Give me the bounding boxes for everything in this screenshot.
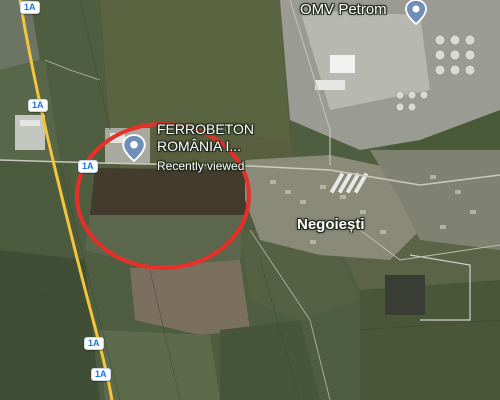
field-patch — [100, 330, 220, 400]
road-shield-1a: 1A — [78, 160, 98, 173]
road-shield-1a: 1A — [84, 337, 104, 350]
map-pin-icon — [122, 134, 146, 162]
satellite-map[interactable]: 1A 1A 1A 1A 1A OMV Petrom FERROBETON ROM… — [0, 0, 500, 400]
industrial-pond — [385, 275, 425, 315]
place-subtitle-recently-viewed: Recently viewed — [157, 159, 245, 173]
field-patch — [360, 280, 500, 400]
road-shield-1a: 1A — [28, 99, 48, 112]
field-patch — [100, 0, 290, 140]
road-shield-1a: 1A — [20, 1, 40, 14]
road-shield-1a: 1A — [91, 368, 111, 381]
field-patch — [0, 250, 100, 400]
place-label-negoiesti[interactable]: Negoiești — [297, 216, 365, 233]
field-patch — [90, 168, 250, 215]
refinery-building — [330, 55, 355, 73]
satellite-imagery — [0, 0, 500, 400]
map-pin-icon — [405, 0, 427, 25]
place-label-omv-petrom: OMV Petrom — [300, 1, 387, 18]
place-label-ferrobeton: FERROBETON ROMÂNIA I... — [157, 121, 254, 154]
field-patch — [0, 160, 80, 260]
refinery-building — [315, 80, 345, 90]
